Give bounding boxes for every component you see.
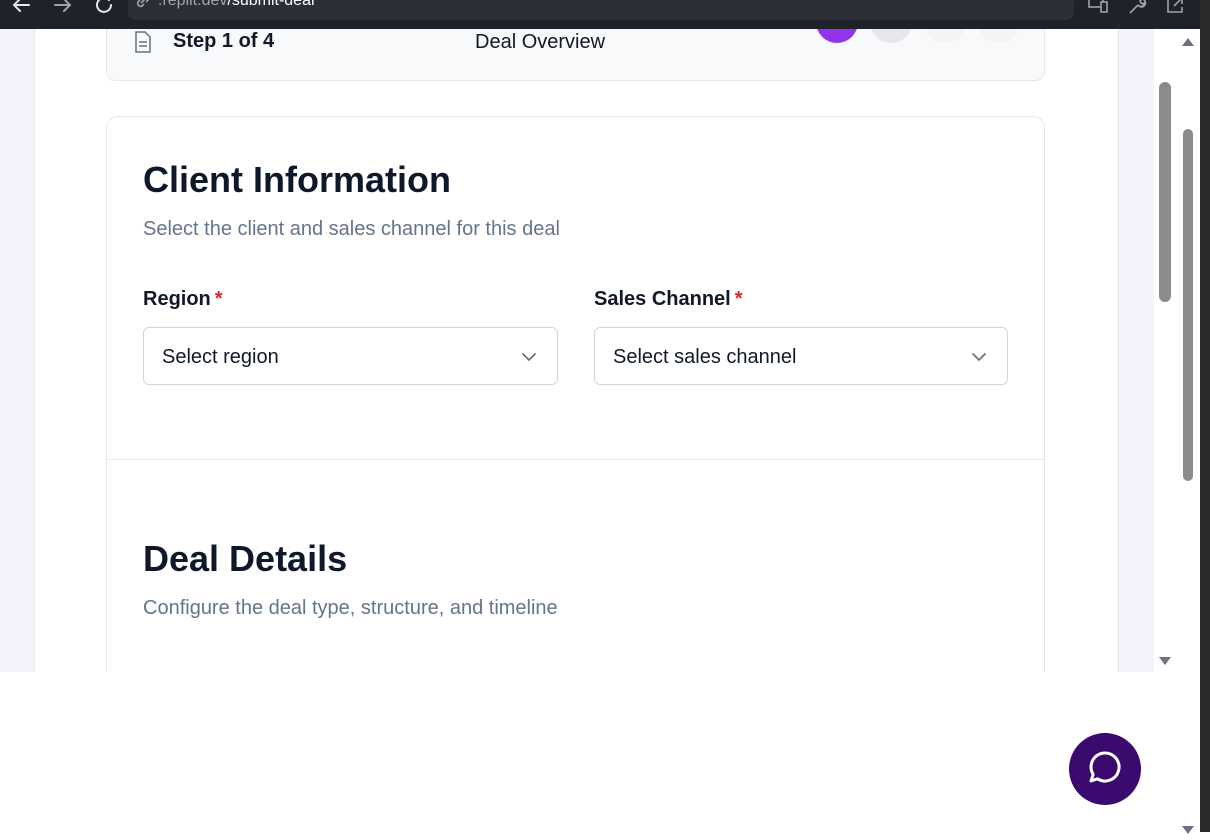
- step-indicator-4[interactable]: 4: [978, 29, 1020, 43]
- window-scrollbar-thumb[interactable]: [1183, 129, 1193, 481]
- deal-section-subtitle: Configure the deal type, structure, and …: [143, 597, 558, 619]
- step-indicator-2[interactable]: 2: [870, 29, 912, 43]
- step-indicator-3[interactable]: 3: [924, 29, 966, 43]
- region-label: Region *: [143, 288, 223, 311]
- stepper-header: Step 1 of 4 Deal Overview 1 2 3 4: [106, 29, 1045, 81]
- region-label-text: Region: [143, 288, 211, 310]
- sales-channel-label-text: Sales Channel: [594, 288, 731, 310]
- sales-channel-label: Sales Channel *: [594, 288, 743, 311]
- window-scrollbar[interactable]: [1176, 29, 1200, 834]
- chat-bubble-icon: [1087, 749, 1123, 790]
- region-select-value: Select region: [162, 346, 279, 368]
- page-scrollbar[interactable]: [1154, 29, 1176, 672]
- step-counter: Step 1 of 4: [173, 30, 275, 52]
- client-section-subtitle: Select the client and sales channel for …: [143, 218, 560, 240]
- external-link-icon[interactable]: [1164, 0, 1186, 16]
- section-divider: [107, 459, 1044, 460]
- link-icon: [134, 0, 152, 10]
- devices-icon[interactable]: [1087, 0, 1109, 16]
- arrow-left-icon[interactable]: [10, 0, 32, 16]
- step-title: Deal Overview: [475, 31, 606, 53]
- scroll-down-arrow-icon[interactable]: [1158, 653, 1172, 671]
- deal-form-card: Client Information Select the client and…: [106, 116, 1045, 672]
- sales-channel-select[interactable]: Select sales channel: [594, 327, 1008, 385]
- url-text[interactable]: .replit.dev/submit-deal: [158, 0, 315, 10]
- chevron-down-icon: [521, 349, 537, 370]
- window-edge: [1200, 0, 1210, 832]
- page-viewport: Step 1 of 4 Deal Overview 1 2 3 4 Client…: [0, 29, 1154, 672]
- document-icon: [134, 31, 152, 58]
- chevron-down-icon: [971, 349, 987, 370]
- arrow-right-icon[interactable]: [52, 0, 74, 16]
- deal-section-title: Deal Details: [143, 538, 348, 579]
- required-mark: *: [214, 288, 223, 310]
- region-select[interactable]: Select region: [143, 327, 558, 385]
- step-indicator-1[interactable]: 1: [816, 29, 858, 43]
- bottom-blank-area: [0, 672, 1176, 832]
- wrench-icon[interactable]: [1126, 0, 1148, 16]
- scroll-up-arrow-icon[interactable]: [1181, 34, 1195, 52]
- chat-button[interactable]: [1069, 733, 1141, 805]
- browser-toolbar: .replit.dev/submit-deal: [0, 0, 1210, 29]
- scroll-down-arrow-icon[interactable]: [1181, 822, 1195, 840]
- required-mark: *: [734, 288, 743, 310]
- reload-icon[interactable]: [93, 0, 115, 16]
- page-scrollbar-thumb[interactable]: [1159, 82, 1171, 302]
- url-path: /submit-deal: [227, 0, 315, 9]
- client-section-title: Client Information: [143, 159, 451, 200]
- sales-channel-select-value: Select sales channel: [613, 346, 797, 368]
- url-host: .replit.dev: [158, 0, 228, 9]
